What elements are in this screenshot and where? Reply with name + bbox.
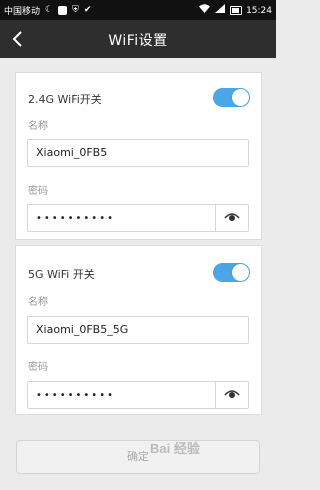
eye-icon: [224, 213, 240, 221]
carrier-label: 中国移动: [4, 7, 41, 17]
wifi-5g-card: 5G WiFi 开关 名称 Xiaomi_0FB5_5G 密码 ••••••••…: [15, 245, 262, 415]
wifi-24g-card: 2.4G WiFi开关 名称 Xiaomi_0FB5 密码 ••••••••••: [15, 72, 262, 240]
confirm-button[interactable]: 确定: [16, 440, 260, 474]
wifi-5g-password-label: 密码: [28, 362, 48, 373]
watermark: Bai 经验: [150, 441, 200, 456]
wifi-24g-toggle[interactable]: [213, 88, 250, 107]
wifi-5g-switch-label: 5G WiFi 开关: [28, 268, 95, 281]
title-bar: WiFi设置: [0, 20, 276, 58]
wifi-5g-name-input[interactable]: Xiaomi_0FB5_5G: [27, 316, 249, 344]
clock: 15:24: [246, 5, 272, 16]
show-password-button[interactable]: [215, 205, 248, 231]
check-circle-icon: ✔: [83, 5, 92, 15]
eye-icon: [224, 390, 240, 398]
battery-icon: [230, 6, 243, 15]
page-title: WiFi设置: [108, 33, 168, 49]
wifi-24g-name-input[interactable]: Xiaomi_0FB5: [27, 139, 249, 167]
signal-icon: [215, 4, 226, 17]
image-icon: [58, 6, 68, 15]
wifi-5g-toggle[interactable]: [213, 263, 250, 282]
shield-icon: ⛨: [72, 5, 79, 15]
toggle-knob: [232, 89, 249, 106]
wifi-24g-password-field[interactable]: ••••••••••: [27, 204, 249, 232]
wifi-24g-switch-label: 2.4G WiFi开关: [28, 93, 102, 106]
toggle-knob: [232, 264, 249, 281]
wifi-5g-password-field[interactable]: ••••••••••: [27, 381, 249, 409]
status-right: 15:24: [194, 4, 272, 17]
wifi-24g-name-label: 名称: [28, 121, 48, 132]
wifi-icon: [199, 4, 211, 17]
wifi-5g-password-value: ••••••••••: [36, 390, 115, 401]
status-left: 中国移动 ☾ ⛨ ✔: [4, 4, 91, 17]
wifi-24g-password-label: 密码: [28, 186, 48, 197]
show-password-button[interactable]: [215, 382, 248, 408]
status-bar: 中国移动 ☾ ⛨ ✔ 15:24: [0, 0, 276, 20]
wifi-24g-password-value: ••••••••••: [36, 213, 115, 224]
moon-icon: ☾: [45, 5, 54, 15]
wifi-5g-name-label: 名称: [28, 297, 48, 308]
